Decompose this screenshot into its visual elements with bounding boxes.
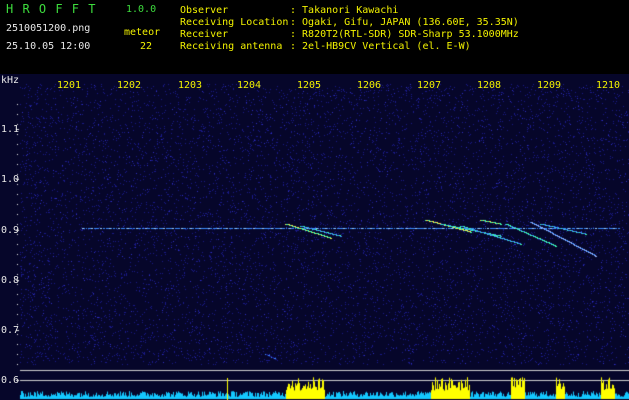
x-tick-label: 1210: [596, 80, 621, 91]
timestamp: 25.10.05 12:00: [6, 41, 91, 52]
y-tick-label: 0.8: [1, 275, 20, 286]
y-tick-label: 1.1: [1, 124, 20, 135]
info-label-antenna: Receiving antenna: [180, 41, 283, 52]
info-value-receiver: : R820T2(RTL-SDR) SDR-Sharp 53.1000MHz: [290, 29, 519, 40]
x-tick-label: 1208: [477, 80, 502, 91]
info-label-receiver: Receiver: [180, 29, 229, 40]
y-tick-label: 0.7: [1, 325, 20, 336]
x-tick-label: 1201: [57, 80, 82, 91]
file-name: 2510051200.png: [6, 23, 91, 34]
x-tick-label: 1203: [178, 80, 203, 91]
app-name: H R O F F T: [6, 2, 97, 16]
info-value-observer: : Takanori Kawachi: [290, 5, 399, 16]
meteor-label: meteor: [124, 27, 161, 38]
app-version: 1.0.0: [126, 4, 157, 15]
meteor-count: 22: [140, 41, 153, 52]
y-tick-label: 1.0: [1, 174, 20, 185]
x-tick-label: 1202: [117, 80, 142, 91]
header-panel: H R O F F T 1.0.0 2510051200.png 25.10.0…: [0, 0, 629, 74]
info-label-location: Receiving Location: [180, 17, 289, 28]
info-value-location: : Ogaki, Gifu, JAPAN (136.60E, 35.35N): [290, 17, 519, 28]
info-label-observer: Observer: [180, 5, 229, 16]
x-tick-label: 1207: [417, 80, 442, 91]
y-tick-label: 0.9: [1, 225, 20, 236]
spectrogram-plot: [0, 74, 629, 400]
x-tick-label: 1206: [357, 80, 382, 91]
x-tick-label: 1209: [537, 80, 562, 91]
x-tick-label: 1204: [237, 80, 262, 91]
info-value-antenna: : 2el-HB9CV Vertical (el. E-W): [290, 41, 471, 52]
y-axis-unit: kHz: [1, 75, 20, 86]
x-tick-label: 1205: [297, 80, 322, 91]
y-tick-label: 0.6: [1, 375, 20, 386]
